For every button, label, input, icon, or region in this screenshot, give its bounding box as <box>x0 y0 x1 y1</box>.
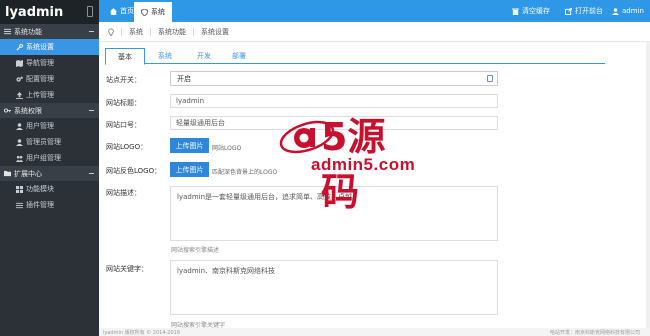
scrollbar[interactable] <box>646 42 650 328</box>
open-frontend-button[interactable]: 打开前台 <box>565 0 603 22</box>
sidebar-section-label: 扩展中心 <box>14 169 42 178</box>
sidebar-item-system-settings[interactable]: 系统设置 <box>0 39 99 55</box>
upload-icon <box>16 91 23 99</box>
footer-copyright: lyadmin 版权所有 © 2014-2016 <box>103 329 181 336</box>
tab-basic[interactable]: 基本 <box>105 48 145 65</box>
keywords-textarea[interactable]: lyadmin、南京科斯克网络科技 <box>170 260 498 315</box>
sidebar-item-label: 上传管理 <box>26 91 54 99</box>
list-icon <box>4 28 11 35</box>
chevron-down-icon <box>487 75 493 82</box>
site-switch-label: 站点开关： <box>106 76 141 84</box>
group-icon <box>16 155 23 162</box>
sidebar-item-group-management[interactable]: 用户组管理 <box>0 150 99 166</box>
sidebar-item-config-management[interactable]: 配置管理 <box>0 71 99 87</box>
watermark-url: admin5.com <box>311 155 416 174</box>
collapse-icon[interactable] <box>89 31 94 32</box>
description-hint: 网站搜索引擎描述 <box>171 247 220 254</box>
sidebar-item-label: 用户组管理 <box>26 154 61 162</box>
key-icon <box>4 108 11 113</box>
folder-icon <box>4 170 11 177</box>
logo-inverse-label: 网站反色LOGO： <box>106 167 162 175</box>
sidebar-section-label: 系统权限 <box>14 106 42 115</box>
plugin-icon <box>16 202 23 208</box>
sidebar-item-label: 配置管理 <box>26 75 54 83</box>
breadcrumb-separator <box>193 27 194 36</box>
breadcrumb-item[interactable]: 系统设置 <box>201 27 229 37</box>
sidebar-item-label: 功能模块 <box>26 185 54 193</box>
sidebar-item-label: 系统设置 <box>26 43 54 51</box>
sidebar-section-extensions[interactable]: 扩展中心 <box>0 166 99 181</box>
mobile-icon[interactable] <box>87 6 93 17</box>
clear-cache-label: 清空缓存 <box>522 7 550 15</box>
sidebar-section-label: 系统功能 <box>14 27 42 36</box>
logo-inverse-hint: 匹配深色背景上的LOGO <box>212 169 278 176</box>
breadcrumb: 系统 系统功能 系统设置 <box>99 22 650 42</box>
site-title-label: 网站标题： <box>106 99 141 107</box>
form-tabs: 基本 系统 开发 部署 <box>105 48 605 65</box>
brand-bar: lyadmin <box>0 0 99 24</box>
user-icon <box>16 122 23 130</box>
breadcrumb-separator <box>150 27 151 36</box>
top-bar: 首页 系统 清空缓存 打开前台 admin <box>99 0 650 22</box>
trash-icon <box>512 8 519 15</box>
wrench-icon <box>16 43 23 50</box>
user-icon <box>612 7 619 15</box>
sidebar-item-label: 导航管理 <box>26 59 54 67</box>
tab-label: 首页 <box>120 7 134 15</box>
sidebar-item-modules[interactable]: 功能模块 <box>0 181 99 197</box>
clear-cache-button[interactable]: 清空缓存 <box>512 0 550 22</box>
brand-logo[interactable]: lyadmin <box>5 5 63 20</box>
user-name: admin <box>622 7 644 15</box>
collapse-icon[interactable] <box>89 173 94 174</box>
gears-icon <box>16 76 23 82</box>
sidebar-item-label: 插件管理 <box>26 201 54 209</box>
sidebar-item-user-management[interactable]: 用户管理 <box>0 118 99 134</box>
tab-system[interactable]: 系统 <box>134 0 172 22</box>
breadcrumb-item[interactable]: 系统 <box>129 27 143 37</box>
site-switch-select[interactable]: 开启 <box>170 71 498 86</box>
sidebar: lyadmin 系统功能 系统设置 导航管理 配置管理 上传管理 系统权限 用户… <box>0 0 99 336</box>
tab-system-config[interactable]: 系统 <box>145 48 185 64</box>
site-switch-value: 开启 <box>177 74 191 83</box>
breadcrumb-separator <box>121 27 122 36</box>
sidebar-section-system-functions[interactable]: 系统功能 <box>0 24 99 39</box>
location-icon <box>108 28 114 36</box>
sidebar-item-upload-management[interactable]: 上传管理 <box>0 87 99 103</box>
shield-icon <box>141 8 148 16</box>
sidebar-item-admin-management[interactable]: 管理员管理 <box>0 134 99 150</box>
breadcrumb-item[interactable]: 系统功能 <box>158 27 186 37</box>
tab-label: 系统 <box>151 8 165 16</box>
tab-development[interactable]: 开发 <box>184 48 224 64</box>
external-link-icon <box>565 7 572 15</box>
logo-hint: 网站LOGO <box>212 145 242 152</box>
collapse-icon[interactable] <box>89 110 94 111</box>
site-slogan-label: 网站口号： <box>106 121 141 129</box>
sidebar-section-permissions[interactable]: 系统权限 <box>0 103 99 118</box>
footer-developer: 哈站开发：南京科斯克网络科技有限公司 <box>549 329 640 336</box>
logo-label: 网站LOGO： <box>106 143 148 151</box>
open-frontend-label: 打开前台 <box>575 7 603 15</box>
sidebar-item-label: 管理员管理 <box>26 138 61 146</box>
home-icon <box>110 7 117 15</box>
sidebar-item-plugins[interactable]: 插件管理 <box>0 197 99 213</box>
keywords-label: 网站关键字： <box>106 265 148 273</box>
sidebar-item-nav-management[interactable]: 导航管理 <box>0 55 99 71</box>
description-label: 网站描述： <box>106 189 141 197</box>
footer: lyadmin 版权所有 © 2014-2016 哈站开发：南京科斯克网络科技有… <box>99 328 650 336</box>
sidebar-item-label: 用户管理 <box>26 122 54 130</box>
admin-icon <box>16 138 23 146</box>
module-icon <box>16 185 23 193</box>
upload-logo-inverse-button[interactable]: 上传图片 <box>170 162 209 177</box>
user-menu[interactable]: admin <box>612 0 644 22</box>
map-icon <box>16 59 23 67</box>
upload-logo-button[interactable]: 上传图片 <box>170 138 209 153</box>
tab-deployment[interactable]: 部署 <box>219 48 259 64</box>
admin5-watermark: 5源码 admin5.com <box>277 108 423 214</box>
